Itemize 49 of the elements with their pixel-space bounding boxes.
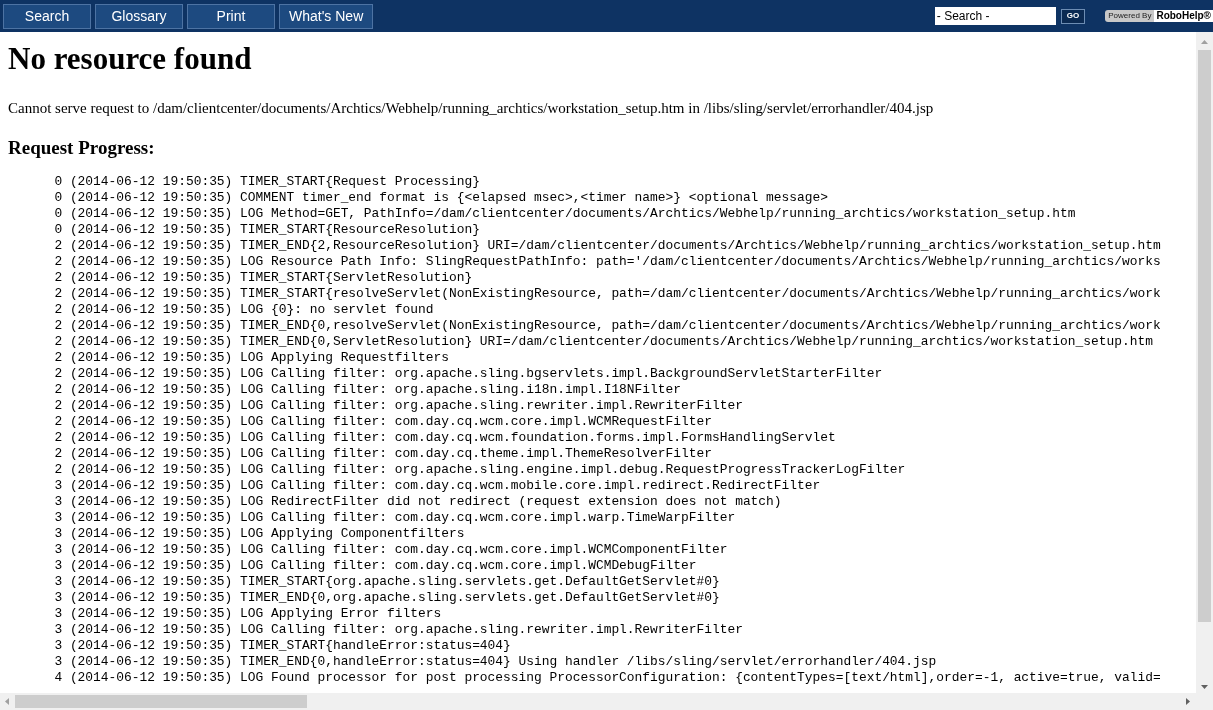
log-line: 2 (2014-06-12 19:50:35) TIMER_START{resolveServlet(NonExistingResource, path=/dam/clientcenter/documents/Archtics/Webhelp/running_archtics/work (53, 286, 1161, 302)
toolbar-button[interactable]: What's New (279, 3, 374, 29)
log-line: 3 (2014-06-12 19:50:35) TIMER_END{0,org.apache.sling.servlets.get.DefaultGetServlet#0} (53, 590, 720, 606)
log-line: 3 (2014-06-12 19:50:35) TIMER_START{org.apache.sling.servlets.get.DefaultGetServlet#0} (53, 574, 720, 590)
log-line: 3 (2014-06-12 19:50:35) LOG Applying Componentfilters (53, 526, 465, 542)
log-line: 2 (2014-06-12 19:50:35) LOG Calling filter: org.apache.sling.engine.impl.debug.RequestProgressTrackerLogFilter (53, 462, 906, 478)
log-line: 2 (2014-06-12 19:50:35) LOG Applying Requestfilters (53, 350, 449, 366)
log-line: 3 (2014-06-12 19:50:35) LOG RedirectFilter did not redirect (request extension does not match) (53, 494, 782, 510)
horizontal-scrollbar[interactable] (0, 693, 1213, 710)
log-line: 2 (2014-06-12 19:50:35) TIMER_START{ServletResolution} (53, 270, 473, 286)
scrollbar-thumb[interactable] (1198, 50, 1211, 622)
error-message: Cannot serve request to /dam/clientcenter/documents/Archtics/Webhelp/running_archtics/workstation_setup.htm in /libs/sling/servlet/errorhandler/404.jsp (8, 99, 934, 117)
log-line: 2 (2014-06-12 19:50:35) TIMER_END{0,resolveServlet(NonExistingResource, path=/dam/clientcenter/documents/Archtics/Webhelp/running_archtics/work (53, 318, 1161, 334)
scroll-left-icon[interactable] (5, 698, 9, 705)
log-line: 2 (2014-06-12 19:50:35) LOG Resource Path Info: SlingRequestPathInfo: path='/dam/clientcenter/documents/Archtics/Webhelp/running_archtics/works (53, 254, 1161, 270)
log-line: 3 (2014-06-12 19:50:35) TIMER_END{0,handleError:status=404} Using handler /libs/sling/servlet/errorhandler/404.jsp (53, 654, 937, 670)
toolbar-button[interactable]: Print (187, 3, 275, 29)
toolbar-button[interactable]: Glossary (95, 3, 183, 29)
log-line: 2 (2014-06-12 19:50:35) LOG Calling filter: org.apache.sling.i18n.impl.I18NFilter (53, 382, 681, 398)
toolbar-button[interactable]: Search (3, 3, 91, 29)
log-line: 2 (2014-06-12 19:50:35) LOG Calling filter: com.day.cq.wcm.core.impl.WCMRequestFilter (53, 414, 712, 430)
page-title: No resource found (8, 41, 252, 77)
log-line: 2 (2014-06-12 19:50:35) LOG Calling filter: com.day.cq.wcm.foundation.forms.impl.FormsHandlingServlet (53, 430, 836, 446)
vertical-scrollbar[interactable] (1196, 32, 1213, 693)
scroll-up-icon[interactable] (1201, 40, 1208, 44)
log-line: 0 (2014-06-12 19:50:35) COMMENT timer_end format is {<elapsed msec>,<timer name>} <optional message> (53, 190, 828, 206)
log-line: 3 (2014-06-12 19:50:35) LOG Calling filter: org.apache.sling.rewriter.impl.RewriterFilter (53, 622, 743, 638)
log-line: 2 (2014-06-12 19:50:35) LOG {0}: no servlet found (53, 302, 434, 318)
go-button[interactable]: GO (1060, 8, 1086, 24)
section-heading: Request Progress: (8, 137, 155, 159)
log-line: 4 (2014-06-12 19:50:35) LOG Found processor for post processing ProcessorConfiguration: {contentTypes=[text/html],order=-1, active=true, valid= (53, 670, 1161, 686)
log-line: 3 (2014-06-12 19:50:35) LOG Calling filter: com.day.cq.wcm.core.impl.WCMComponentFilter (53, 542, 728, 558)
log-line: 0 (2014-06-12 19:50:35) LOG Method=GET, PathInfo=/dam/clientcenter/documents/Archtics/Webhelp/running_archtics/workstation_setup.htm (53, 206, 1076, 222)
log-line: 3 (2014-06-12 19:50:35) LOG Calling filter: com.day.cq.wcm.core.impl.warp.TimeWarpFilter (53, 510, 736, 526)
scroll-right-icon[interactable] (1186, 698, 1190, 705)
log-line: 2 (2014-06-12 19:50:35) LOG Calling filter: com.day.cq.theme.impl.ThemeResolverFilter (53, 446, 712, 462)
log-line: 2 (2014-06-12 19:50:35) TIMER_END{0,ServletResolution} URI=/dam/clientcenter/documents/Archtics/Webhelp/running_archtics/workstation_setup.htm (53, 334, 1153, 350)
search-field[interactable]: - Search - (934, 7, 1056, 25)
log-line: 3 (2014-06-12 19:50:35) LOG Calling filter: com.day.cq.wcm.mobile.core.impl.redirect.RedirectFilter (53, 478, 821, 494)
log-line: 0 (2014-06-12 19:50:35) TIMER_START{ResourceResolution} (53, 222, 480, 238)
log-line: 3 (2014-06-12 19:50:35) LOG Applying Error filters (53, 606, 442, 622)
log-line: 3 (2014-06-12 19:50:35) TIMER_START{handleError:status=404} (53, 638, 511, 654)
log-line: 2 (2014-06-12 19:50:35) LOG Calling filter: org.apache.sling.bgservlets.impl.BackgroundServletStarterFilter (53, 366, 883, 382)
scrollbar-thumb[interactable] (15, 695, 307, 708)
log-line: 3 (2014-06-12 19:50:35) LOG Calling filter: com.day.cq.wcm.core.impl.WCMDebugFilter (53, 558, 697, 574)
log-line: 0 (2014-06-12 19:50:35) TIMER_START{Request Processing} (53, 174, 480, 190)
scroll-down-icon[interactable] (1201, 685, 1208, 689)
log-line: 2 (2014-06-12 19:50:35) TIMER_END{2,ResourceResolution} URI=/dam/clientcenter/documents/Archtics/Webhelp/running_archtics/workstation_setup.htm (53, 238, 1161, 254)
log-line: 2 (2014-06-12 19:50:35) LOG Calling filter: org.apache.sling.rewriter.impl.RewriterFilter (53, 398, 743, 414)
